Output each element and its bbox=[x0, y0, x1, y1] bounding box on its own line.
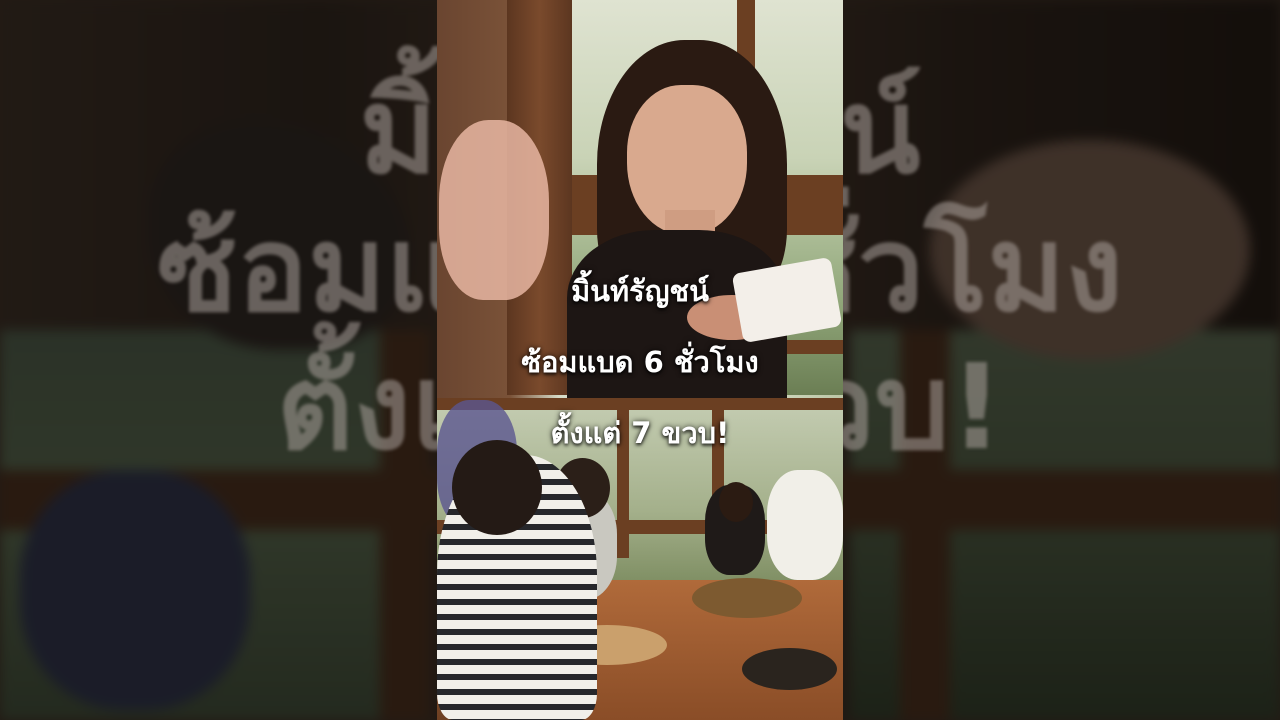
caption-line-1: มิ้นท์รัญชน์ bbox=[571, 274, 709, 308]
food-dish bbox=[692, 578, 802, 618]
video-caption: มิ้นท์รัญชน์ ซ้อมแบด 6 ชั่วโมง ตั้งแต่ 7… bbox=[437, 256, 843, 469]
caption-line-3: ตั้งแต่ 7 ขวบ! bbox=[550, 416, 730, 450]
diner-white-shirt bbox=[767, 470, 843, 580]
shorts-video-player[interactable]: มิ้นท์รัญชน์ ซ้อมแบด 6 ชั่วโมง ตั้งแต่ 7… bbox=[0, 0, 1280, 720]
caption-line-2: ซ้อมแบด 6 ชั่วโมง bbox=[521, 345, 759, 379]
diner-woman-head bbox=[719, 482, 753, 522]
dark-plate bbox=[742, 648, 837, 690]
